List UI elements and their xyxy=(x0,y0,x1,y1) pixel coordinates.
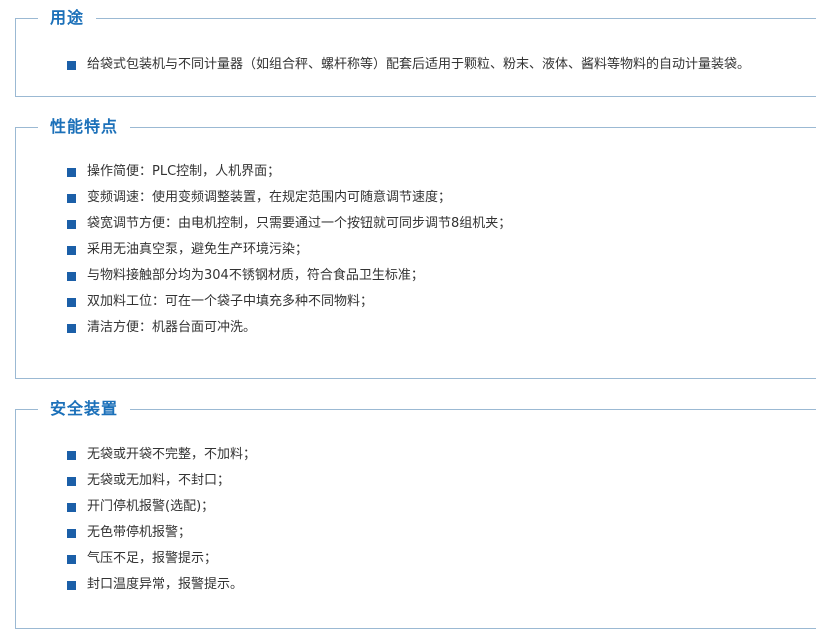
list-item: 与物料接触部分均为304不锈钢材质，符合食品卫生标准； xyxy=(67,263,511,289)
square-bullet-icon xyxy=(67,477,76,486)
square-bullet-icon xyxy=(67,451,76,460)
list-item-text: 与物料接触部分均为304不锈钢材质，符合食品卫生标准； xyxy=(87,268,424,283)
list-item-text: 清洁方便：机器台面可冲洗。 xyxy=(87,320,257,335)
square-bullet-icon xyxy=(67,529,76,538)
square-bullet-icon xyxy=(67,298,76,307)
safety-section: 安全装置 无袋或开袋不完整，不加料； 无袋或无加料，不封口； 开门停机报警(选配… xyxy=(15,396,816,629)
list-item: 袋宽调节方便：由电机控制，只需要通过一个按钮就可同步调节8组机夹； xyxy=(67,211,511,237)
square-bullet-icon xyxy=(67,555,76,564)
list-item: 清洁方便：机器台面可冲洗。 xyxy=(67,315,511,341)
usage-list: 给袋式包装机与不同计量器（如组合秤、螺杆称等）配套后适用于颗粒、粉末、液体、酱料… xyxy=(67,52,750,78)
list-item: 采用无油真空泵，避免生产环境污染； xyxy=(67,237,511,263)
square-bullet-icon xyxy=(67,503,76,512)
square-bullet-icon xyxy=(67,581,76,590)
square-bullet-icon xyxy=(67,272,76,281)
list-item-text: 袋宽调节方便：由电机控制，只需要通过一个按钮就可同步调节8组机夹； xyxy=(87,216,512,231)
list-item: 无袋或开袋不完整，不加料； xyxy=(67,442,256,468)
list-item-text: 开门停机报警(选配)； xyxy=(87,499,215,514)
list-item-text: 采用无油真空泵，避免生产环境污染； xyxy=(87,242,309,257)
usage-title: 用途 xyxy=(50,8,85,27)
list-item: 无色带停机报警； xyxy=(67,520,256,546)
list-item-text: 气压不足，报警提示； xyxy=(87,551,218,566)
list-item: 气压不足，报警提示； xyxy=(67,546,256,572)
safety-title: 安全装置 xyxy=(50,399,119,418)
list-item-text: 操作简便：PLC控制，人机界面； xyxy=(87,164,281,179)
list-item: 无袋或无加料，不封口； xyxy=(67,468,256,494)
list-item-text: 变频调速：使用变频调整装置，在规定范围内可随意调节速度； xyxy=(87,190,452,205)
usage-section: 用途 给袋式包装机与不同计量器（如组合秤、螺杆称等）配套后适用于颗粒、粉末、液体… xyxy=(15,5,816,97)
list-item: 给袋式包装机与不同计量器（如组合秤、螺杆称等）配套后适用于颗粒、粉末、液体、酱料… xyxy=(67,52,750,78)
list-item: 封口温度异常，报警提示。 xyxy=(67,572,256,598)
list-item-text: 封口温度异常，报警提示。 xyxy=(87,577,244,592)
list-item: 变频调速：使用变频调整装置，在规定范围内可随意调节速度； xyxy=(67,185,511,211)
list-item-text: 无色带停机报警； xyxy=(87,525,192,540)
safety-list: 无袋或开袋不完整，不加料； 无袋或无加料，不封口； 开门停机报警(选配)； 无色… xyxy=(67,442,256,598)
square-bullet-icon xyxy=(67,194,76,203)
square-bullet-icon xyxy=(67,61,76,70)
square-bullet-icon xyxy=(67,168,76,177)
square-bullet-icon xyxy=(67,324,76,333)
list-item: 操作简便：PLC控制，人机界面； xyxy=(67,159,511,185)
features-title: 性能特点 xyxy=(50,117,119,136)
list-item: 双加料工位：可在一个袋子中填充多种不同物料； xyxy=(67,289,511,315)
square-bullet-icon xyxy=(67,246,76,255)
list-item-text: 无袋或开袋不完整，不加料； xyxy=(87,447,257,462)
features-list: 操作简便：PLC控制，人机界面； 变频调速：使用变频调整装置，在规定范围内可随意… xyxy=(67,159,511,341)
list-item-text: 无袋或无加料，不封口； xyxy=(87,473,231,488)
list-item-text: 双加料工位：可在一个袋子中填充多种不同物料； xyxy=(87,294,374,309)
list-item: 开门停机报警(选配)； xyxy=(67,494,256,520)
features-section: 性能特点 操作简便：PLC控制，人机界面； 变频调速：使用变频调整装置，在规定范… xyxy=(15,114,816,379)
square-bullet-icon xyxy=(67,220,76,229)
list-item-text: 给袋式包装机与不同计量器（如组合秤、螺杆称等）配套后适用于颗粒、粉末、液体、酱料… xyxy=(87,57,751,72)
